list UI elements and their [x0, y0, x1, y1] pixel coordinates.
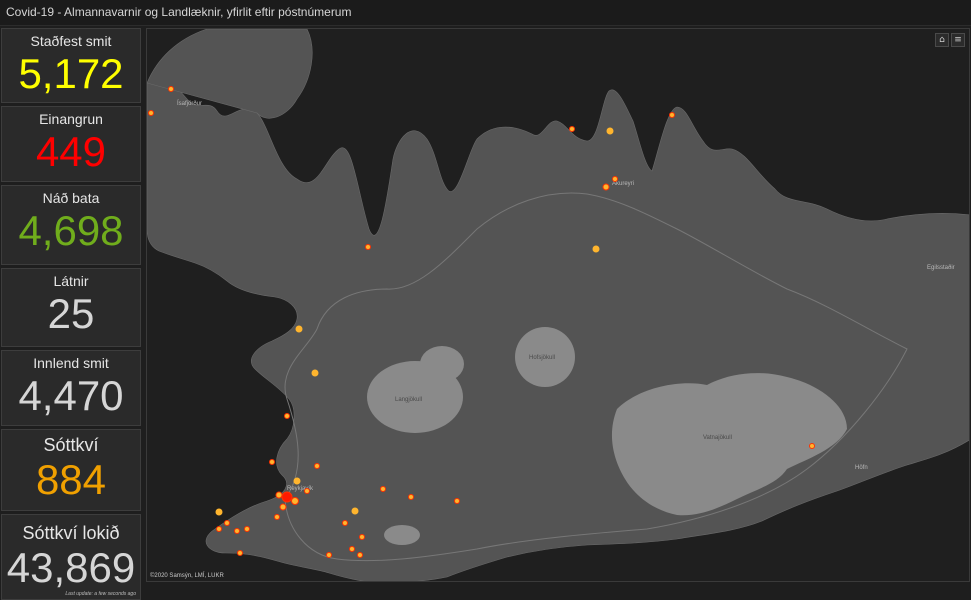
stat-tile-quarantine-ended: Sóttkví lokið 43,869 Last update: a few …	[1, 514, 141, 600]
app-title-bar: Covid-19 - Almannavarnir og Landlæknir, …	[0, 0, 971, 26]
label-egilsstadir: Egilsstaðir	[927, 264, 955, 271]
stat-value: 449	[35, 128, 107, 175]
stat-tile-domestic: Innlend smit 4,470	[1, 350, 141, 426]
case-marker[interactable]	[311, 369, 319, 377]
case-marker[interactable]	[291, 497, 299, 505]
stat-label: Látnir	[53, 273, 89, 289]
glacier-langjokull-top	[420, 346, 464, 382]
case-marker[interactable]	[216, 526, 222, 532]
case-marker[interactable]	[454, 498, 460, 504]
stat-label: Sóttkví	[43, 435, 99, 455]
case-marker[interactable]	[269, 459, 275, 465]
case-marker[interactable]	[380, 486, 386, 492]
case-marker[interactable]	[365, 244, 371, 250]
case-marker[interactable]	[244, 526, 250, 532]
stat-tile-recovered: Náð bata 4,698	[1, 185, 141, 265]
iceland-map[interactable]: Ísafjörður Akureyri Egilsstaðir Hofsjöku…	[147, 29, 970, 582]
stat-value: 4,470	[18, 372, 124, 419]
case-marker[interactable]	[602, 183, 610, 191]
map-view[interactable]: Ísafjörður Akureyri Egilsstaðir Hofsjöku…	[146, 28, 970, 582]
case-marker[interactable]	[279, 503, 287, 511]
map-attribution: ©2020 Samsýn, LMÍ, LUKR	[150, 573, 224, 579]
stat-label: Einangrun	[39, 111, 103, 127]
case-marker[interactable]	[237, 550, 243, 556]
stat-tile-isolation: Einangrun 449	[1, 106, 141, 182]
case-marker[interactable]	[284, 413, 290, 419]
case-marker[interactable]	[215, 508, 223, 516]
stat-label: Sóttkví lokið	[22, 523, 120, 543]
glacier-myrdalsjokull	[384, 525, 420, 545]
label-hofsjokull: Hofsjökull	[529, 355, 555, 361]
stat-value: 5,172	[18, 50, 124, 97]
case-marker[interactable]	[669, 112, 675, 118]
case-marker[interactable]	[168, 86, 174, 92]
stat-tile-confirmed: Staðfest smit 5,172	[1, 28, 141, 103]
case-marker[interactable]	[349, 546, 355, 552]
case-marker[interactable]	[148, 110, 154, 116]
case-marker[interactable]	[408, 494, 414, 500]
label-hofn: Höfn	[855, 465, 868, 471]
last-update-text: Last update: a few seconds ago	[65, 591, 136, 597]
stat-tile-deaths: Látnir 25	[1, 268, 141, 347]
stat-value: 25	[47, 290, 95, 337]
case-marker[interactable]	[314, 463, 320, 469]
label-isafjordur: Ísafjörður	[177, 100, 202, 107]
stat-tile-quarantine: Sóttkví 884	[1, 429, 141, 511]
stat-label: Staðfest smit	[30, 33, 112, 49]
case-marker[interactable]	[304, 488, 310, 494]
stat-value: 884	[35, 456, 107, 503]
case-marker[interactable]	[326, 552, 332, 558]
case-marker[interactable]	[592, 245, 600, 253]
case-marker[interactable]	[234, 528, 240, 534]
case-marker[interactable]	[295, 325, 303, 333]
label-vatnajokull: Vatnajökull	[703, 435, 732, 441]
stat-value: 4,698	[18, 207, 124, 254]
case-marker[interactable]	[275, 491, 283, 499]
home-icon[interactable]: ⌂	[935, 33, 949, 47]
label-langjokull: Langjökull	[395, 397, 422, 403]
case-marker[interactable]	[293, 477, 301, 485]
case-marker[interactable]	[224, 520, 230, 526]
stat-label: Innlend smit	[33, 355, 109, 371]
case-marker[interactable]	[357, 552, 363, 558]
case-marker[interactable]	[351, 507, 359, 515]
case-marker[interactable]	[274, 514, 280, 520]
case-marker[interactable]	[359, 534, 365, 540]
case-marker[interactable]	[281, 491, 293, 503]
stat-label: Náð bata	[42, 190, 100, 206]
app-title: Covid-19 - Almannavarnir og Landlæknir, …	[6, 5, 352, 19]
case-marker[interactable]	[342, 520, 348, 526]
case-marker[interactable]	[809, 443, 815, 449]
case-marker[interactable]	[606, 127, 614, 135]
stat-value: 43,869	[6, 544, 136, 591]
case-marker[interactable]	[569, 126, 575, 132]
case-marker[interactable]	[612, 176, 618, 182]
list-icon[interactable]: ≡	[951, 33, 965, 47]
